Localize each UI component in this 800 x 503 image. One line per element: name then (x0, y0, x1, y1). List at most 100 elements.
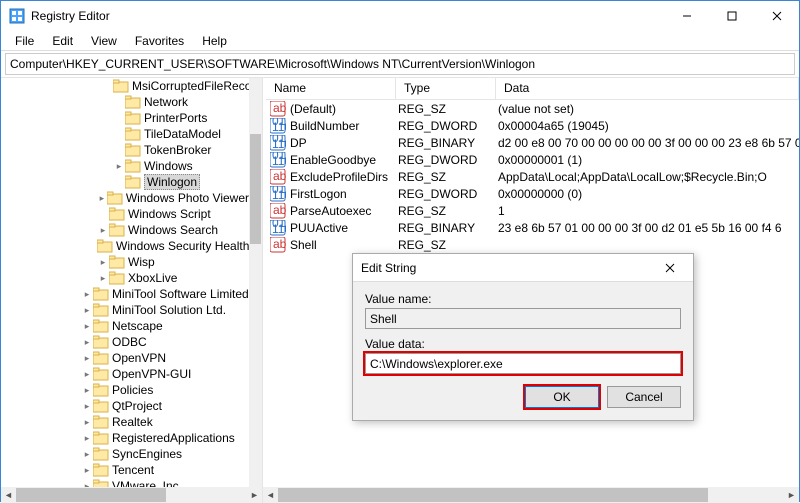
expand-icon[interactable]: ▸ (97, 192, 107, 204)
maximize-button[interactable] (709, 1, 754, 31)
menu-edit[interactable]: Edit (44, 32, 81, 50)
expand-icon[interactable]: ▸ (81, 416, 93, 428)
tree-item-label: Netscape (112, 319, 163, 333)
address-text: Computer\HKEY_CURRENT_USER\SOFTWARE\Micr… (10, 57, 535, 71)
tree-item[interactable]: ▸ Netscape (1, 318, 249, 334)
ok-button[interactable]: OK (525, 386, 599, 408)
scrollbar-thumb[interactable] (250, 134, 261, 244)
expand-icon[interactable]: ▸ (81, 304, 93, 316)
tree-item[interactable]: ▸VMware, Inc. (1, 478, 249, 487)
folder-icon (93, 335, 109, 349)
dialog-title-bar[interactable]: Edit String (353, 254, 693, 282)
scrollbar-thumb[interactable] (278, 488, 708, 502)
expand-icon[interactable]: ▸ (81, 464, 93, 476)
folder-icon (93, 287, 109, 301)
folder-icon (93, 319, 109, 333)
tree-item[interactable]: TokenBroker (1, 142, 249, 158)
tree-item[interactable]: ▸RegisteredApplications (1, 430, 249, 446)
value-name-label: Value name: (365, 292, 681, 306)
expand-icon[interactable]: ▸ (97, 272, 109, 284)
expand-icon[interactable]: ▸ (81, 368, 93, 380)
value-data: 23 e8 6b 57 01 00 00 00 3f 00 d2 01 e5 5… (498, 221, 799, 235)
expand-icon[interactable]: ▸ (97, 224, 109, 236)
value-type: REG_SZ (398, 170, 498, 184)
tree-item[interactable]: Windows Security Health (1, 238, 249, 254)
tree-item[interactable]: ▸OpenVPN (1, 350, 249, 366)
scrollbar-thumb[interactable] (16, 488, 166, 502)
tree-item[interactable]: Windows Script (1, 206, 249, 222)
expand-icon[interactable]: ▸ (97, 256, 109, 268)
value-row[interactable]: ExcludeProfileDirsREG_SZAppData\Local;Ap… (266, 168, 799, 185)
tree-item[interactable]: ▸Windows (1, 158, 249, 174)
address-bar[interactable]: Computer\HKEY_CURRENT_USER\SOFTWARE\Micr… (5, 53, 795, 75)
tree-item[interactable]: ▸ODBC (1, 334, 249, 350)
column-header-data[interactable]: Data (496, 78, 799, 99)
tree-item[interactable]: ▸Windows Search (1, 222, 249, 238)
value-data-label: Value data: (365, 337, 681, 351)
menu-file[interactable]: File (7, 32, 42, 50)
column-header-name[interactable]: Name (266, 78, 396, 99)
expand-icon[interactable]: ▸ (113, 160, 125, 172)
value-row[interactable]: PUUActiveREG_BINARY23 e8 6b 57 01 00 00 … (266, 219, 799, 236)
tree-item-label: Network (144, 95, 188, 109)
tree-item[interactable]: ▸Wisp (1, 254, 249, 270)
value-row[interactable]: FirstLogonREG_DWORD0x00000000 (0) (266, 185, 799, 202)
expand-icon[interactable]: ▸ (81, 480, 93, 487)
folder-icon (93, 415, 109, 429)
value-row[interactable]: EnableGoodbyeREG_DWORD0x00000001 (1) (266, 151, 799, 168)
tree-item[interactable]: ▸Windows Photo Viewer (1, 190, 249, 206)
value-data-input[interactable] (365, 353, 681, 374)
tree-item[interactable]: ▸Tencent (1, 462, 249, 478)
menu-view[interactable]: View (83, 32, 125, 50)
value-name: ParseAutoexec (290, 204, 398, 218)
folder-icon (93, 463, 109, 477)
tree-vertical-scrollbar[interactable] (249, 78, 262, 487)
expand-icon[interactable]: ▸ (81, 352, 93, 364)
tree-horizontal-scrollbar[interactable]: ◄ ► (1, 487, 263, 503)
string-value-icon (270, 237, 286, 253)
expand-icon[interactable]: ▸ (81, 320, 93, 332)
list-horizontal-scrollbar[interactable]: ◄ ► (263, 487, 799, 503)
tree-pane[interactable]: MsiCorruptedFileRecoveryNetworkPrinterPo… (1, 78, 263, 487)
value-row[interactable]: ParseAutoexecREG_SZ1 (266, 202, 799, 219)
tree-item[interactable]: ▸MiniTool Software Limited (1, 286, 249, 302)
tree-item[interactable]: Winlogon (1, 174, 249, 190)
tree-item[interactable]: Network (1, 94, 249, 110)
value-row[interactable]: DPREG_BINARYd2 00 e8 00 70 00 00 00 00 0… (266, 134, 799, 151)
value-row[interactable]: ShellREG_SZ (266, 236, 799, 253)
value-row[interactable]: (Default)REG_SZ(value not set) (266, 100, 799, 117)
value-type: REG_BINARY (398, 221, 498, 235)
value-name-input[interactable] (365, 308, 681, 329)
folder-icon (93, 383, 109, 397)
tree-item[interactable]: ▸SyncEngines (1, 446, 249, 462)
menu-help[interactable]: Help (194, 32, 235, 50)
expand-icon[interactable]: ▸ (81, 448, 93, 460)
expand-icon[interactable]: ▸ (81, 336, 93, 348)
column-header-type[interactable]: Type (396, 78, 496, 99)
tree-item-label: MiniTool Solution Ltd. (112, 303, 226, 317)
tree-item[interactable]: ▸Realtek (1, 414, 249, 430)
tree-item[interactable]: ▸OpenVPN-GUI (1, 366, 249, 382)
tree-item-label: TokenBroker (144, 143, 211, 157)
cancel-button[interactable]: Cancel (607, 386, 681, 408)
folder-icon (109, 223, 125, 237)
expand-icon[interactable]: ▸ (81, 384, 93, 396)
tree-item[interactable]: MsiCorruptedFileRecovery (1, 78, 249, 94)
tree-item[interactable]: TileDataModel (1, 126, 249, 142)
tree-item[interactable]: ▸Policies (1, 382, 249, 398)
menu-favorites[interactable]: Favorites (127, 32, 192, 50)
tree-item[interactable]: ▸QtProject (1, 398, 249, 414)
minimize-button[interactable] (664, 1, 709, 31)
tree-item[interactable]: ▸XboxLive (1, 270, 249, 286)
expand-icon[interactable]: ▸ (81, 432, 93, 444)
value-type: REG_SZ (398, 238, 498, 252)
dialog-close-button[interactable] (655, 260, 685, 276)
expand-icon[interactable]: ▸ (81, 288, 93, 300)
value-type: REG_DWORD (398, 153, 498, 167)
value-row[interactable]: BuildNumberREG_DWORD0x00004a65 (19045) (266, 117, 799, 134)
tree-item[interactable]: ▸ MiniTool Solution Ltd. (1, 302, 249, 318)
close-button[interactable] (754, 1, 799, 31)
expand-icon[interactable]: ▸ (81, 400, 93, 412)
value-name: ExcludeProfileDirs (290, 170, 398, 184)
tree-item[interactable]: PrinterPorts (1, 110, 249, 126)
